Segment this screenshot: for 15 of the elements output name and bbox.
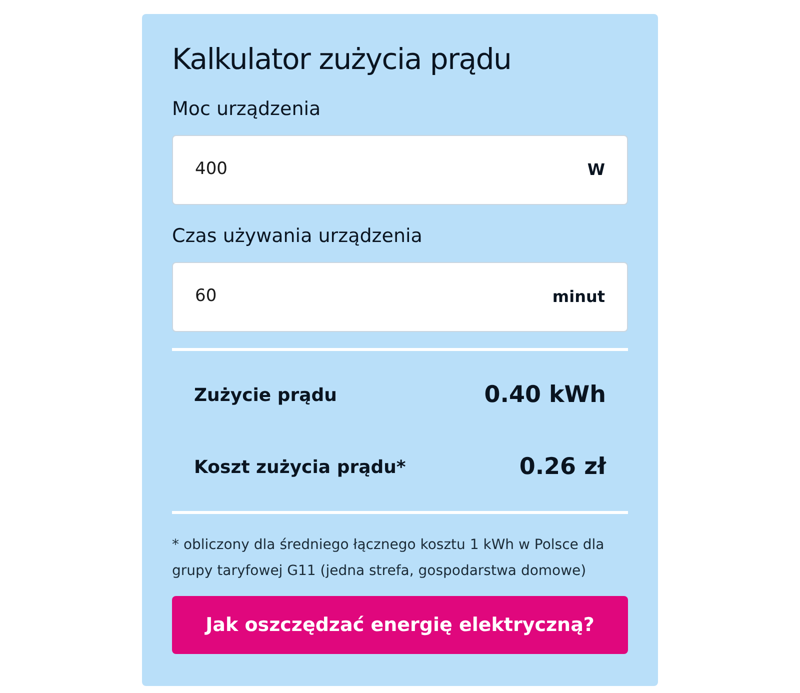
- input-field[interactable]: 400 W: [172, 135, 628, 205]
- input-field[interactable]: 60 minut: [172, 262, 628, 332]
- field-label: Moc urządzenia: [172, 97, 322, 122]
- field-value: 60: [195, 285, 218, 308]
- field-label: Czas używania urządzenia: [172, 224, 424, 249]
- result-label: Zużycie prądu: [194, 384, 337, 408]
- field-value: 400: [195, 158, 228, 182]
- unit-label: minut: [552, 286, 605, 308]
- energy-saving-button[interactable]: Jak oszczędzać energię elektryczną?: [172, 596, 628, 654]
- result-value: 0.26 zł: [519, 452, 606, 482]
- result-value: 0.40 kWh: [484, 380, 606, 410]
- result-label: Koszt zużycia prądu*: [194, 456, 406, 480]
- calculator-title: Kalkulator zużycia prądu: [172, 41, 512, 78]
- unit-label: W: [587, 159, 605, 181]
- footnote: * obliczony dla średniego łącznego kosztu 1 kWh w Polsce dla grupy taryfowej G11 (jedna strefa, gospodarstwa domowe): [172, 536, 606, 581]
